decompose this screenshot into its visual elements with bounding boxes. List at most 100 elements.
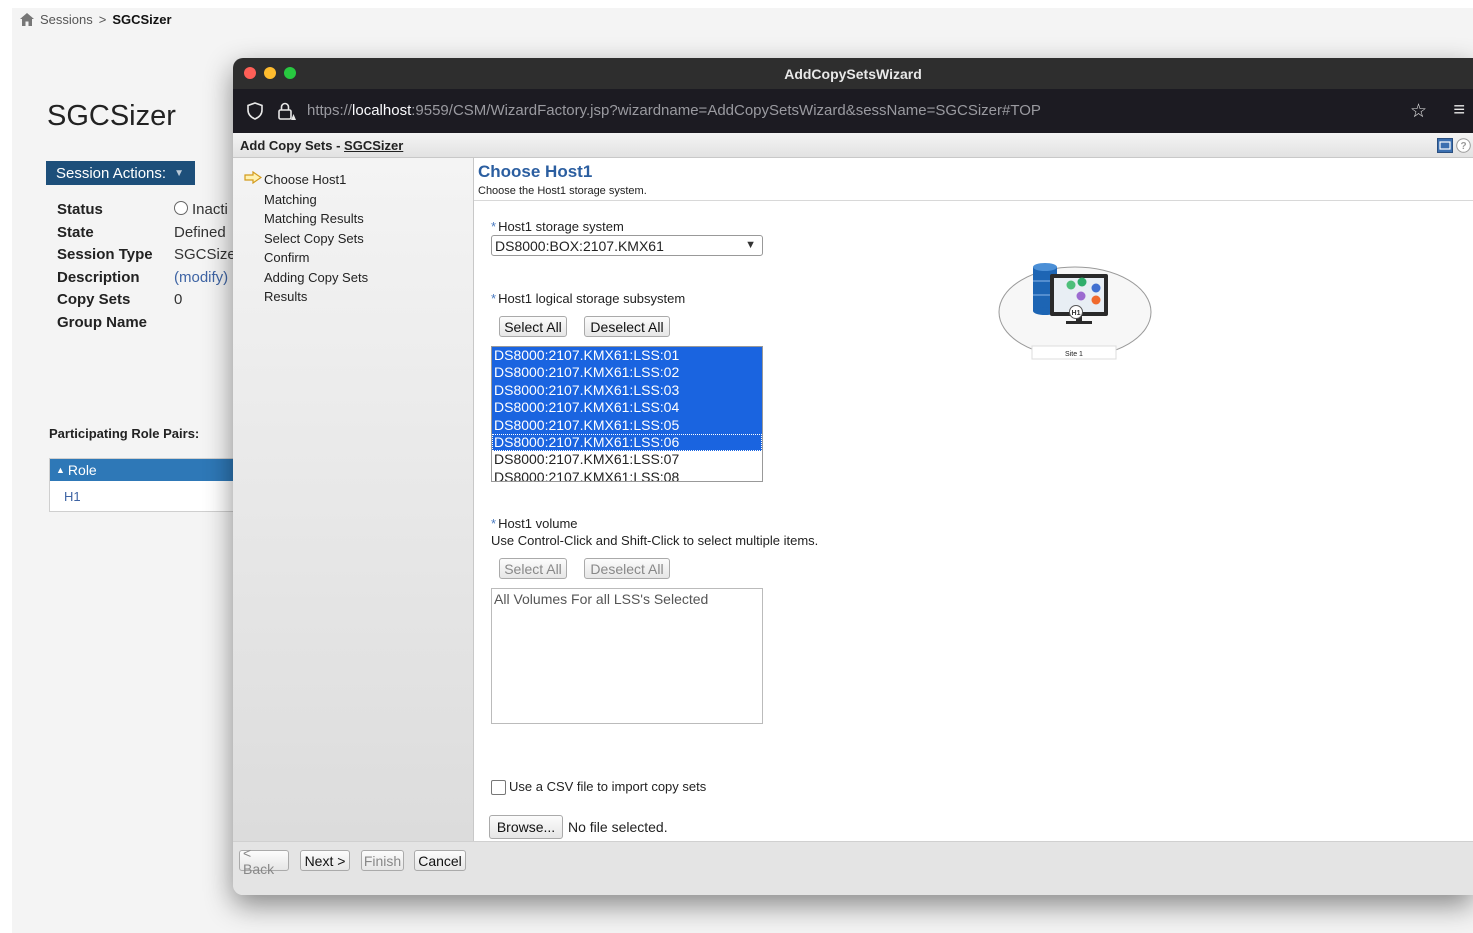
role-column-header[interactable]: ▲ Role <box>50 459 240 481</box>
volume-list-placeholder: All Volumes For all LSS's Selected <box>494 591 709 607</box>
property-value: Defined <box>174 223 226 241</box>
volume-hint: Use Control-Click and Shift-Click to sel… <box>491 533 819 548</box>
step-matching-results: Matching Results <box>264 211 364 226</box>
home-icon[interactable] <box>20 13 34 26</box>
address-bar[interactable]: https://localhost:9559/CSM/WizardFactory… <box>233 89 1473 133</box>
volume-listbox[interactable]: All Volumes For all LSS's Selected <box>491 588 763 724</box>
property-key: Group Name <box>57 313 148 331</box>
volume-label-text: Host1 volume <box>498 516 578 531</box>
breadcrumb-separator: > <box>98 12 107 27</box>
divider <box>474 200 1473 201</box>
storage-system-label-text: Host1 storage system <box>498 219 624 234</box>
chevron-down-icon: ▼ <box>745 239 756 251</box>
wizard-footer: < Back Next > Finish Cancel <box>233 841 1473 895</box>
property-key: State <box>57 223 94 241</box>
volume-deselect-all-button[interactable]: Deselect All <box>584 558 670 579</box>
step-confirm: Confirm <box>264 250 310 265</box>
list-item[interactable]: DS8000:2107.KMX61:LSS:07 <box>492 451 762 468</box>
status-circle-icon <box>174 201 188 215</box>
property-key: Description <box>57 268 140 286</box>
volume-select-all-button[interactable]: Select All <box>499 558 567 579</box>
breadcrumb-current: SGCSizer <box>112 12 172 27</box>
site-label: Site 1 <box>1065 351 1083 358</box>
wizard-content: Choose Host1 Choose the Host1 storage sy… <box>474 158 1473 841</box>
property-key: Status <box>57 201 103 218</box>
required-asterisk-icon: * <box>491 516 497 531</box>
wizard-steps-nav: Choose Host1 Matching Matching Results S… <box>233 158 474 841</box>
next-button[interactable]: Next > <box>300 850 350 871</box>
window-controls <box>244 67 296 79</box>
lss-deselect-all-button[interactable]: Deselect All <box>584 316 670 337</box>
list-item[interactable]: DS8000:2107.KMX61:LSS:08 <box>492 469 762 481</box>
storage-system-label: * Host1 storage system <box>491 219 624 234</box>
property-key: Copy Sets <box>57 291 131 308</box>
property-status: Status Inacti <box>57 201 236 224</box>
zoom-window-icon[interactable] <box>284 67 296 79</box>
page-title: SGCSizer <box>47 100 176 132</box>
list-item[interactable]: DS8000:2107.KMX61:LSS:04 <box>492 399 762 417</box>
list-item[interactable]: DS8000:2107.KMX61:LSS:01 <box>492 347 762 365</box>
wizard-header-session: SGCSizer <box>344 137 404 153</box>
window-title: AddCopySetsWizard <box>784 65 922 82</box>
cancel-button[interactable]: Cancel <box>414 850 466 871</box>
step-select-copy-sets: Select Copy Sets <box>264 231 364 246</box>
close-window-icon[interactable] <box>244 67 256 79</box>
volume-label: * Host1 volume <box>491 516 578 531</box>
modify-description-link[interactable]: (modify) <box>174 269 228 286</box>
lock-warning-icon[interactable] <box>277 101 297 121</box>
wizard-window: AddCopySetsWizard https://localhost:9559… <box>233 58 1473 895</box>
property-key: Session Type <box>57 246 153 263</box>
svg-text:?: ? <box>1460 141 1466 152</box>
lss-listbox[interactable]: DS8000:2107.KMX61:LSS:01 DS8000:2107.KMX… <box>491 346 763 482</box>
back-button[interactable]: < Back <box>239 845 289 877</box>
property-copy-sets: Copy Sets 0 <box>57 291 236 314</box>
property-value: Inacti <box>192 201 228 218</box>
required-asterisk-icon: * <box>491 219 497 234</box>
step-matching: Matching <box>264 192 317 207</box>
maximize-icon[interactable] <box>1437 138 1453 153</box>
required-asterisk-icon: * <box>491 291 497 306</box>
list-item[interactable]: DS8000:2107.KMX61:LSS:06 <box>492 433 762 452</box>
breadcrumb: Sessions > SGCSizer <box>20 12 172 27</box>
storage-system-select[interactable]: DS8000:BOX:2107.KMX61 ▼ <box>491 235 763 256</box>
property-session-type: Session Type SGCSize <box>57 246 236 269</box>
file-status: No file selected. <box>568 819 668 835</box>
csv-import-label: Use a CSV file to import copy sets <box>509 779 707 794</box>
site-topology-diagram: H1 Site 1 <box>998 263 1152 360</box>
url-scheme: https:// <box>307 102 353 119</box>
table-row[interactable]: H1 <box>50 481 240 511</box>
browse-button[interactable]: Browse... <box>489 815 563 839</box>
window-titlebar: AddCopySetsWizard <box>233 58 1473 89</box>
role-header-label: Role <box>67 462 97 478</box>
session-actions-button[interactable]: Session Actions: ▼ <box>46 161 195 185</box>
wizard-header: Add Copy Sets - SGCSizer ? <box>233 133 1473 158</box>
property-group-name: Group Name <box>57 314 236 337</box>
list-item[interactable]: DS8000:2107.KMX61:LSS:05 <box>492 416 762 434</box>
chevron-down-icon: ▼ <box>174 167 184 179</box>
bookmark-star-icon[interactable]: ☆ <box>1410 100 1427 123</box>
csv-import-checkbox[interactable] <box>491 780 506 795</box>
url-path: :9559/CSM/WizardFactory.jsp?wizardname=A… <box>411 102 1041 119</box>
step-results: Results <box>264 289 308 304</box>
step-choose-host1: Choose Host1 <box>264 172 347 187</box>
header-icons: ? <box>1437 138 1471 153</box>
breadcrumb-sessions[interactable]: Sessions <box>40 12 93 27</box>
finish-button[interactable]: Finish <box>361 850 404 871</box>
step-title: Choose Host1 <box>478 162 593 181</box>
list-item[interactable]: DS8000:2107.KMX61:LSS:03 <box>492 381 762 400</box>
help-icon[interactable]: ? <box>1456 138 1471 153</box>
host-label: H1 <box>1072 310 1081 317</box>
shield-icon[interactable] <box>247 102 263 120</box>
minimize-window-icon[interactable] <box>264 67 276 79</box>
lss-label: * Host1 logical storage subsystem <box>491 291 685 306</box>
storage-system-value: DS8000:BOX:2107.KMX61 <box>495 237 664 254</box>
url-text[interactable]: https://localhost:9559/CSM/WizardFactory… <box>307 102 1041 119</box>
current-step-arrow-icon <box>244 171 262 184</box>
wizard-header-prefix: Add Copy Sets - <box>240 137 341 153</box>
property-description: Description (modify) <box>57 269 236 292</box>
hamburger-menu-icon[interactable]: ≡ <box>1453 99 1465 122</box>
lss-select-all-button[interactable]: Select All <box>499 316 567 337</box>
lss-label-text: Host1 logical storage subsystem <box>498 291 686 306</box>
list-item[interactable]: DS8000:2107.KMX61:LSS:02 <box>492 364 762 382</box>
role-pairs-table: ▲ Role H1 <box>49 458 241 512</box>
